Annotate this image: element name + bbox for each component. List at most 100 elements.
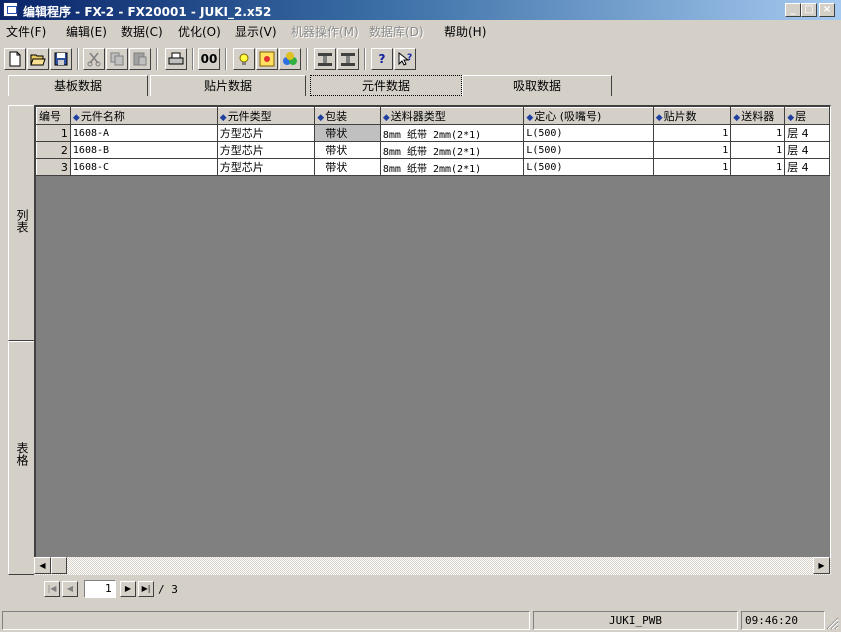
cell-part-name[interactable]: 1608-C [70,158,218,176]
menu-help[interactable]: 帮助(H) [444,23,486,40]
cell-package[interactable]: 带状 [314,141,381,159]
toolbar-separator [225,48,227,70]
prev-page-icon[interactable]: ◀ [62,581,78,597]
next-page-icon[interactable]: ▶ [120,581,136,597]
toolbar: 00 ? ? [0,40,841,74]
row-number[interactable]: 2 [36,141,71,159]
toolbar-separator [156,48,158,70]
menu-file[interactable]: 文件(F) [6,23,46,40]
status-panel-db: JUKI_PWB [533,611,738,630]
last-page-icon[interactable]: ▶| [138,581,154,597]
col-header-centering[interactable]: ◆定心 (吸嘴号) [523,107,654,125]
row-number[interactable]: 1 [36,124,71,142]
menu-view[interactable]: 显示(V) [235,23,277,40]
cut-icon[interactable] [83,48,105,70]
find-icon[interactable]: 00 [198,48,220,70]
col-header-count[interactable]: ◆贴片数 [652,107,732,125]
minimize-button[interactable]: _ [785,3,801,17]
table-row[interactable]: 2 1608-B 方型芯片 带状 8mm 纸带 2mm(2*1) L(500) … [36,141,830,159]
print-icon[interactable] [165,48,187,70]
idea-icon[interactable] [233,48,255,70]
horizontal-scrollbar[interactable]: ◀ ▶ [34,557,831,575]
side-tab-list-label: 列表 [15,209,29,233]
open-folder-icon[interactable] [27,48,49,70]
optimize-icon[interactable] [256,48,278,70]
toolbar-separator [77,48,79,70]
menu-data[interactable]: 数据(C) [121,23,163,40]
save-icon[interactable] [50,48,72,70]
side-tab-table[interactable]: 表格 [8,341,34,575]
menu-edit[interactable]: 编辑(E) [66,23,107,40]
cell-part-type[interactable]: 方型芯片 [217,124,316,142]
close-button[interactable]: × [819,3,835,17]
tab-part-data[interactable]: 元件数据 [310,75,462,96]
scroll-right-icon[interactable]: ▶ [813,557,830,574]
cell-feeders[interactable]: 1 [730,158,786,176]
paste-icon[interactable] [129,48,151,70]
record-navigator: |◀ ◀ 1 ▶ ▶| / 3 [34,577,831,601]
page-total: / 3 [158,583,178,596]
side-tab-list[interactable]: 列表 [8,105,34,341]
scroll-left-icon[interactable]: ◀ [34,557,51,574]
parts-grid[interactable]: 编号 ◆元件名称 ◆元件类型 ◆包装 ◆送料器类型 ◆定心 (吸嘴号) ◆贴片数… [34,105,831,557]
sort-icon: ◆ [219,113,227,123]
cell-feeder-type[interactable]: 8mm 纸带 2mm(2*1) [380,141,525,159]
col-header-package-label: 包装 [325,110,348,123]
cell-package[interactable]: 带状 [314,158,381,176]
page-number-input[interactable]: 1 [84,580,116,598]
cell-feeder-type[interactable]: 8mm 纸带 2mm(2*1) [380,158,525,176]
status-panel-message [2,611,530,630]
col-header-no[interactable]: 编号 [36,107,71,125]
copy-icon[interactable] [106,48,128,70]
cell-count[interactable]: 1 [653,141,732,159]
tab-board-data[interactable]: 基板数据 [8,75,148,96]
cell-count[interactable]: 1 [653,124,732,142]
cell-count[interactable]: 1 [653,158,732,176]
group-icon[interactable] [279,48,301,70]
context-help-icon[interactable]: ? [394,48,416,70]
help-icon[interactable]: ? [371,48,393,70]
sort-icon: ◆ [787,113,795,123]
toolbar-separator [364,48,366,70]
col-header-package[interactable]: ◆包装 [314,107,381,125]
cell-feeders[interactable]: 1 [730,141,786,159]
col-header-feeder-type[interactable]: ◆送料器类型 [379,107,525,125]
align-right-icon[interactable] [337,48,359,70]
new-file-icon[interactable] [4,48,26,70]
scroll-thumb[interactable] [51,557,67,574]
cell-feeders[interactable]: 1 [730,124,786,142]
cell-feeder-type[interactable]: 8mm 纸带 2mm(2*1) [380,124,525,142]
cell-centering[interactable]: L(500) [523,141,654,159]
first-page-icon[interactable]: |◀ [44,581,60,597]
cell-part-name[interactable]: 1608-B [70,141,218,159]
cell-part-type[interactable]: 方型芯片 [217,158,316,176]
title-bar[interactable]: 编辑程序 - FX-2 - FX20001 - JUKI_2.x52 _ □ × [0,0,841,20]
window-title: 编辑程序 - FX-2 - FX20001 - JUKI_2.x52 [23,5,272,19]
cell-centering[interactable]: L(500) [523,158,654,176]
cell-layer[interactable]: 层 4 [784,158,830,176]
col-header-feeder-type-label: 送料器类型 [390,110,446,123]
col-header-layer[interactable]: ◆层 [784,107,830,125]
cell-part-name[interactable]: 1608-A [70,124,218,142]
col-header-name[interactable]: ◆元件名称 [69,107,218,125]
cell-layer[interactable]: 层 4 [784,124,830,142]
cell-layer[interactable]: 层 4 [784,141,830,159]
col-header-feeders[interactable]: ◆送料器 [730,107,786,125]
cell-centering[interactable]: L(500) [523,124,654,142]
status-clock: 09:46:20 [741,611,825,630]
cell-package[interactable]: 带状 [314,124,381,142]
cell-part-type[interactable]: 方型芯片 [217,141,316,159]
toolbar-separator [306,48,308,70]
maximize-button[interactable]: □ [801,3,817,17]
tab-placement-data[interactable]: 贴片数据 [150,75,306,96]
menu-optimize[interactable]: 优化(O) [178,23,221,40]
table-row[interactable]: 1 1608-A 方型芯片 带状 8mm 纸带 2mm(2*1) L(500) … [36,124,830,142]
align-left-icon[interactable] [314,48,336,70]
col-header-type[interactable]: ◆元件类型 [216,107,316,125]
table-row[interactable]: 3 1608-C 方型芯片 带状 8mm 纸带 2mm(2*1) L(500) … [36,158,830,176]
side-tab-table-label: 表格 [15,442,29,466]
size-grip-icon[interactable] [826,617,839,630]
row-number[interactable]: 3 [36,158,71,176]
tab-pickup-data[interactable]: 吸取数据 [462,75,612,96]
sort-icon: ◆ [382,113,390,123]
